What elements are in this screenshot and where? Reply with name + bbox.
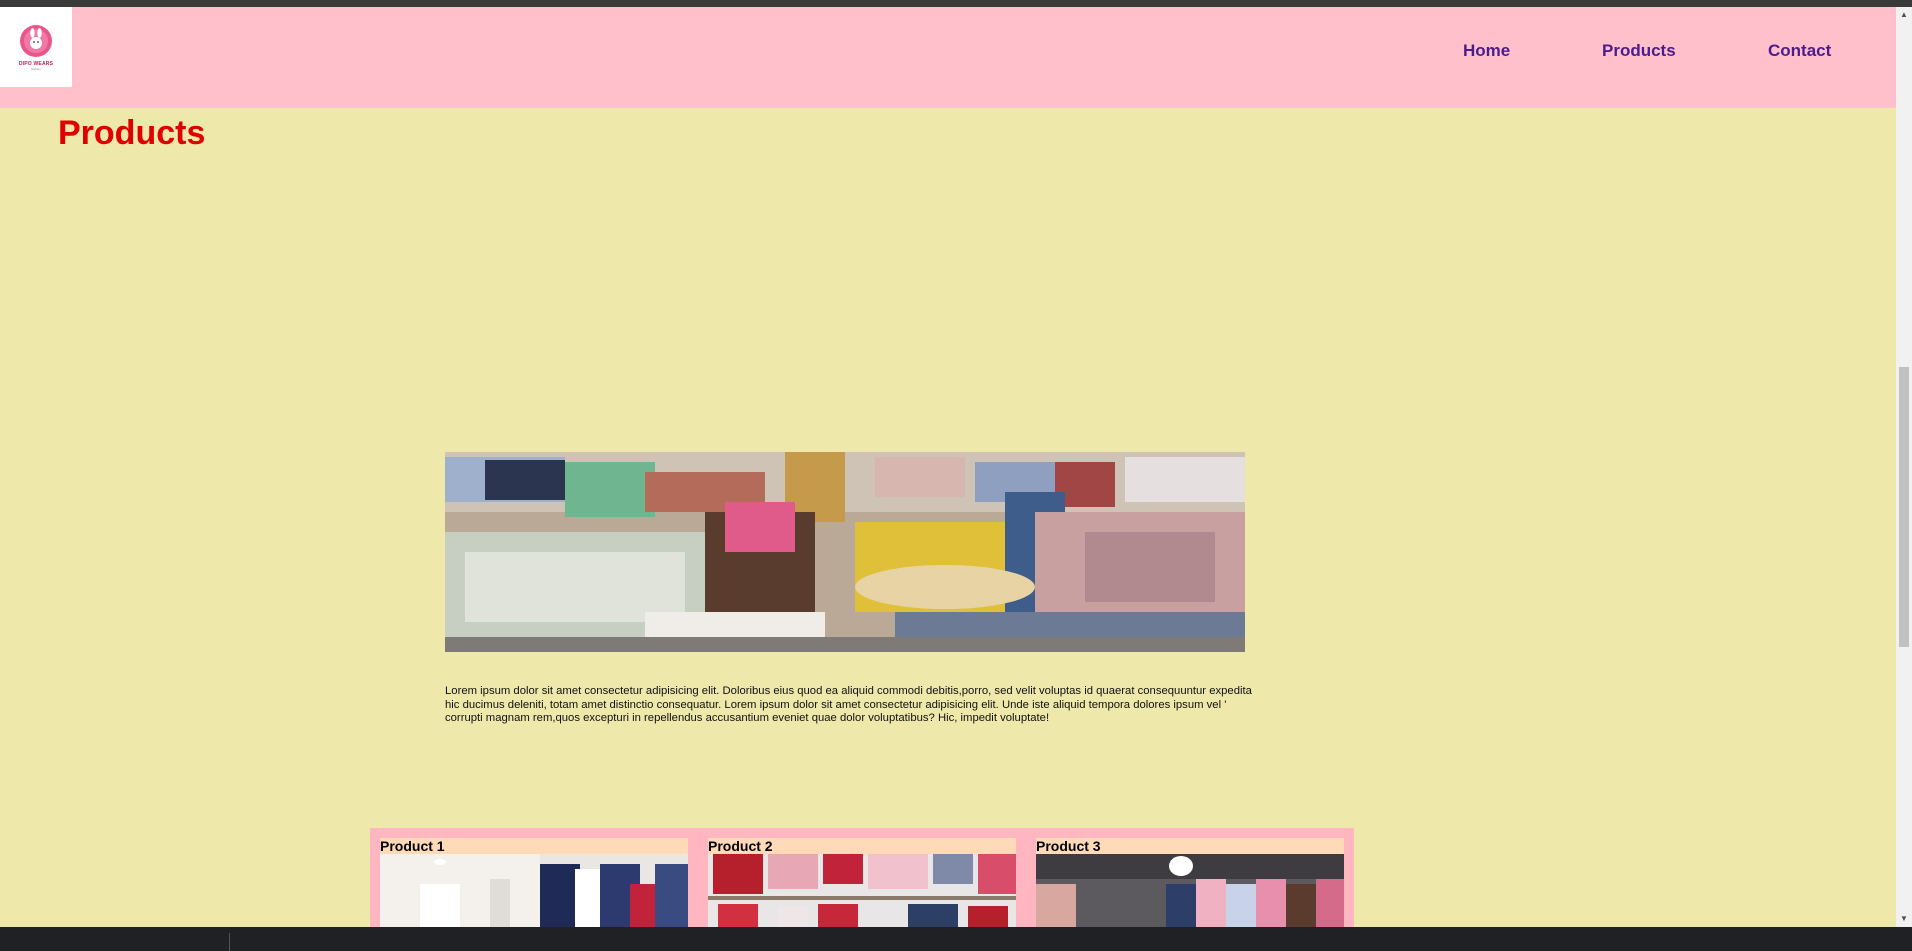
product-card[interactable]: Product 1 xyxy=(380,838,688,927)
nav-contact-link[interactable]: Contact xyxy=(1768,41,1831,61)
page-title: Products xyxy=(58,114,206,152)
product-title: Product 3 xyxy=(1036,838,1101,854)
product-3-image xyxy=(1036,854,1344,927)
intro-paragraph: Lorem ipsum dolor sit amet consectetur a… xyxy=(445,685,1252,724)
bunny-badge-icon xyxy=(20,25,52,57)
page-scrollbar[interactable]: ▲ ▼ xyxy=(1896,7,1912,927)
taskbar-divider xyxy=(229,933,230,951)
browser-top-edge xyxy=(0,0,1912,7)
brand-logo[interactable]: DIPO WEARS fashion xyxy=(0,7,72,87)
store-hero-image xyxy=(445,452,1245,652)
product-card[interactable]: Product 2 xyxy=(708,838,1016,927)
site-header: DIPO WEARS fashion Home Products Contact xyxy=(0,7,1896,108)
product-title: Product 1 xyxy=(380,838,445,854)
brand-tagline: fashion xyxy=(31,67,41,71)
nav-products-link[interactable]: Products xyxy=(1602,41,1676,61)
product-2-image xyxy=(708,854,1016,927)
scrollbar-thumb[interactable] xyxy=(1899,367,1909,647)
scroll-up-arrow-icon[interactable]: ▲ xyxy=(1896,7,1912,23)
product-1-image xyxy=(380,854,688,927)
clothing-store-illustration xyxy=(445,452,1245,652)
product-title: Product 2 xyxy=(708,838,773,854)
bottom-taskbar xyxy=(0,927,1912,951)
scroll-down-arrow-icon[interactable]: ▼ xyxy=(1896,911,1912,927)
products-grid: Product 1 Product 2 Product 3 xyxy=(370,828,1354,927)
nav-home-link[interactable]: Home xyxy=(1463,41,1510,61)
product-card[interactable]: Product 3 xyxy=(1036,838,1344,927)
